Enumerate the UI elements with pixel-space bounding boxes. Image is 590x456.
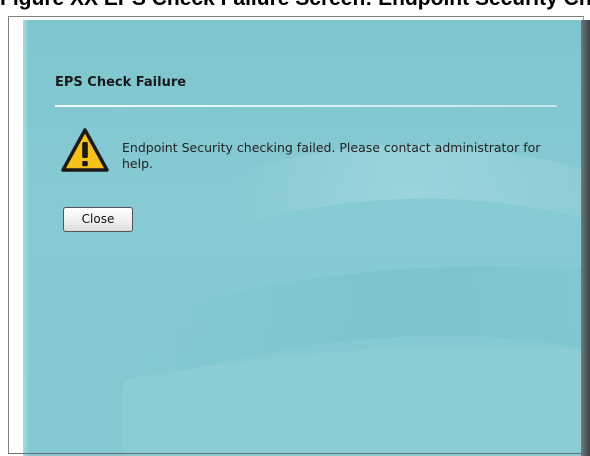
warning-icon [61, 128, 109, 172]
page: Figure XX EPS Check Failure Screen: Endp… [0, 0, 590, 456]
window-bottom-border [8, 453, 584, 454]
close-button[interactable]: Close [63, 207, 133, 232]
figure-caption: Figure XX EPS Check Failure Screen: Endp… [0, 0, 590, 10]
window-right-edge [581, 20, 590, 456]
panel-left-highlight [23, 20, 29, 456]
figure-caption-text: Figure XX EPS Check Failure Screen: Endp… [0, 0, 590, 10]
title-divider [55, 105, 557, 107]
dialog-title: EPS Check Failure [55, 75, 187, 90]
error-message: Endpoint Security checking failed. Pleas… [122, 140, 541, 171]
